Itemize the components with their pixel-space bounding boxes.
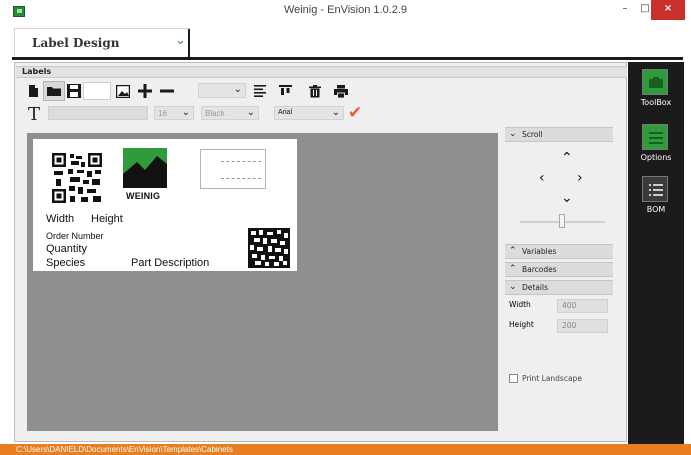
qr-code-icon[interactable] bbox=[51, 152, 103, 204]
scroll-right-button[interactable]: › bbox=[577, 171, 583, 185]
module-bar: Label Design ⌄ bbox=[12, 23, 683, 60]
module-dropdown[interactable]: Label Design ⌄ bbox=[14, 28, 190, 56]
properties-panel: ⌄ Scroll ⌃ ‹ › ⌄ ⌃ Variables ⌃ Barcodes … bbox=[505, 125, 625, 425]
scroll-up-button[interactable]: ⌃ bbox=[561, 151, 573, 165]
scroll-section-header[interactable]: ⌄ Scroll bbox=[505, 127, 613, 142]
apply-check-button[interactable]: ✔ bbox=[348, 103, 362, 123]
minus-icon bbox=[160, 89, 174, 93]
element-dropdown[interactable]: ⌄ bbox=[198, 83, 246, 98]
weinig-logo-icon[interactable] bbox=[123, 148, 167, 188]
align-top-icon bbox=[278, 85, 292, 95]
scroll-down-button[interactable]: ⌄ bbox=[561, 191, 573, 205]
text-tool-button[interactable]: T bbox=[25, 103, 43, 125]
font-dropdown[interactable]: Arial ⌄ bbox=[274, 106, 344, 120]
add-button[interactable] bbox=[136, 82, 154, 100]
text-box-element[interactable] bbox=[200, 149, 266, 189]
detail-width-label: Width bbox=[509, 300, 531, 309]
save-button[interactable] bbox=[66, 83, 82, 99]
chevron-down-icon: ⌄ bbox=[246, 107, 255, 118]
species-field[interactable]: Species bbox=[46, 257, 85, 269]
window-title: Weinig - EnVision 1.0.2.9 bbox=[283, 4, 408, 16]
align-left-button[interactable] bbox=[252, 83, 268, 99]
print-landscape-checkbox[interactable] bbox=[509, 374, 518, 383]
variables-section-header[interactable]: ⌃ Variables bbox=[505, 244, 613, 259]
scroll-label: Scroll bbox=[522, 130, 543, 139]
labels-panel: Labels ⌄ T 16 ⌄ Black ⌄ Arial ⌄ ✔ WEINIG… bbox=[14, 62, 627, 442]
image-button[interactable] bbox=[115, 83, 131, 99]
list-icon bbox=[642, 176, 668, 202]
text-icon: T bbox=[27, 103, 40, 125]
remove-button[interactable] bbox=[158, 82, 176, 100]
panel-title: Labels bbox=[22, 67, 52, 76]
toolbox-label: ToolBox bbox=[640, 98, 672, 107]
panel-header: Labels bbox=[16, 66, 627, 78]
chevron-down-icon: ⌄ bbox=[331, 107, 340, 118]
quantity-field[interactable]: Quantity bbox=[46, 243, 87, 255]
tool-sidebar: ToolBox Options BOM bbox=[628, 62, 684, 444]
scroll-left-button[interactable]: ‹ bbox=[539, 171, 545, 185]
width-field[interactable]: Width bbox=[46, 213, 74, 225]
status-bar: C:\Users\DANIELD\Documents\EnVision\Temp… bbox=[0, 444, 691, 455]
chevron-up-icon: ⌃ bbox=[509, 264, 517, 274]
delete-button[interactable] bbox=[307, 83, 323, 99]
image-icon bbox=[116, 84, 130, 98]
data-matrix-icon[interactable] bbox=[248, 228, 290, 268]
chevron-down-icon: ⌄ bbox=[509, 129, 517, 139]
design-canvas[interactable]: WEINIG Width Height Order Number Quantit… bbox=[27, 133, 498, 431]
color-value: Black bbox=[205, 109, 225, 118]
print-button[interactable] bbox=[333, 83, 349, 99]
chevron-down-icon: ⌄ bbox=[175, 33, 186, 48]
blank-field[interactable] bbox=[83, 82, 111, 100]
chevron-down-icon: ⌄ bbox=[509, 282, 517, 292]
divider bbox=[188, 29, 190, 58]
plus-icon bbox=[138, 84, 152, 98]
variables-label: Variables bbox=[522, 247, 557, 256]
toolbox-icon bbox=[642, 69, 668, 95]
chevron-down-icon: ⌄ bbox=[181, 107, 190, 118]
chevron-up-icon: ⌃ bbox=[509, 246, 517, 256]
chevron-down-icon: ⌄ bbox=[233, 84, 242, 95]
close-button[interactable]: × bbox=[651, 0, 685, 20]
title-bar: Weinig - EnVision 1.0.2.9 – □ × bbox=[0, 0, 691, 22]
barcodes-label: Barcodes bbox=[522, 265, 557, 274]
open-folder-button[interactable] bbox=[43, 81, 65, 101]
options-icon bbox=[642, 124, 668, 150]
options-label: Options bbox=[640, 153, 672, 162]
height-field[interactable]: Height bbox=[91, 213, 123, 225]
logo-text: WEINIG bbox=[126, 191, 161, 201]
trash-icon bbox=[309, 84, 321, 97]
font-value: Arial bbox=[278, 109, 293, 116]
detail-height-input[interactable]: 200 bbox=[557, 319, 608, 333]
color-dropdown[interactable]: Black ⌄ bbox=[201, 106, 259, 120]
part-description-field[interactable]: Part Description bbox=[131, 257, 209, 269]
detail-width-input[interactable]: 400 bbox=[557, 299, 608, 313]
folder-icon bbox=[46, 87, 61, 96]
zoom-slider-thumb[interactable] bbox=[559, 214, 565, 228]
label-preview[interactable]: WEINIG Width Height Order Number Quantit… bbox=[33, 139, 297, 271]
save-icon bbox=[67, 84, 81, 98]
printer-icon bbox=[334, 84, 348, 98]
details-section-header[interactable]: ⌄ Details bbox=[505, 280, 613, 295]
status-path: C:\Users\DANIELD\Documents\EnVision\Temp… bbox=[16, 445, 233, 454]
print-landscape-label: Print Landscape bbox=[522, 374, 582, 383]
detail-height-label: Height bbox=[509, 320, 534, 329]
new-file-icon bbox=[28, 85, 38, 97]
text-input[interactable] bbox=[48, 106, 148, 120]
bom-label: BOM bbox=[646, 205, 666, 214]
minimize-button[interactable]: – bbox=[615, 0, 635, 20]
font-size-value: 16 bbox=[158, 109, 167, 118]
placeholder-line bbox=[221, 161, 261, 162]
details-label: Details bbox=[522, 283, 549, 292]
new-file-button[interactable] bbox=[27, 83, 39, 99]
order-number-field[interactable]: Order Number bbox=[46, 231, 104, 241]
barcodes-section-header[interactable]: ⌃ Barcodes bbox=[505, 262, 613, 277]
font-size-dropdown[interactable]: 16 ⌄ bbox=[154, 106, 194, 120]
placeholder-line bbox=[221, 178, 261, 179]
align-top-button[interactable] bbox=[277, 83, 293, 99]
align-left-icon bbox=[254, 85, 266, 97]
module-dropdown-label: Label Design bbox=[32, 36, 120, 50]
